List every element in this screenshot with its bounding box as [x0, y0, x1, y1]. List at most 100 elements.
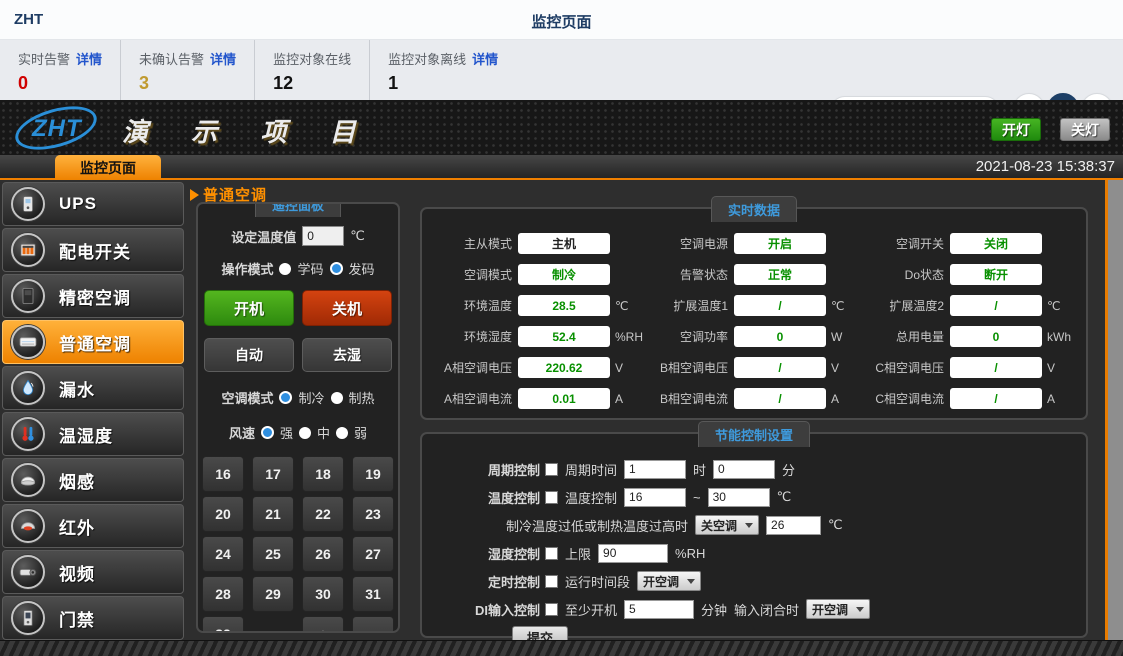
temp-plus-button[interactable]: + [302, 616, 344, 633]
temp-button-29[interactable]: 29 [252, 576, 294, 612]
stat-value: 0 [18, 73, 102, 94]
radio-cooling[interactable] [279, 391, 292, 404]
sidebar-item-video[interactable]: 视频 [2, 550, 184, 594]
radio-fan-mid[interactable] [299, 427, 311, 439]
timer-period-select[interactable]: 开空调 [637, 571, 701, 591]
radio-fan-low[interactable] [336, 427, 348, 439]
temp-button-22[interactable]: 22 [302, 496, 344, 532]
temp-button-26[interactable]: 26 [302, 536, 344, 572]
radio-fan-high[interactable] [261, 426, 274, 439]
temp-button-20[interactable]: 20 [202, 496, 244, 532]
sidebar-item-access-control[interactable]: 门禁 [2, 596, 184, 640]
field-value: 52.4 [518, 326, 610, 347]
power-on-button[interactable]: 开机 [204, 290, 294, 326]
temp-button-23[interactable]: 23 [352, 496, 394, 532]
temp-button-25[interactable]: 25 [252, 536, 294, 572]
set-temp-input[interactable] [302, 226, 344, 246]
field-phase-c-current: C相空调电流/A [862, 386, 1078, 411]
temp-button-21[interactable]: 21 [252, 496, 294, 532]
grid-spacer [252, 616, 294, 633]
temp-over-select[interactable]: 关空调 [695, 515, 759, 535]
temp-button-grid: 16 17 18 19 20 21 22 23 24 25 26 27 28 2… [204, 456, 392, 633]
di-input-control-checkbox[interactable] [545, 603, 558, 616]
field-ambient-humidity: 环境湿度52.4%RH [430, 324, 646, 349]
field-value: 0 [734, 326, 826, 347]
temp-button-27[interactable]: 27 [352, 536, 394, 572]
field-ac-mode: 空调模式制冷 [430, 262, 646, 287]
sidebar-item-normal-ac[interactable]: 普通空调 [2, 320, 184, 364]
vertical-scrollbar[interactable] [1105, 180, 1123, 640]
temp-button-32[interactable]: 32 [202, 616, 244, 633]
temp-button-24[interactable]: 24 [202, 536, 244, 572]
di-closed-select[interactable]: 开空调 [806, 599, 870, 619]
temp-minus-button[interactable]: - [352, 616, 394, 633]
timestamp: 2021-08-23 15:38:37 [976, 158, 1115, 175]
temp-button-30[interactable]: 30 [302, 576, 344, 612]
cycle-hour-input[interactable] [624, 460, 686, 479]
temp-button-16[interactable]: 16 [202, 456, 244, 492]
temp-max-input[interactable] [708, 488, 770, 507]
unconfirmed-alarm-detail-link[interactable]: 详情 [210, 52, 236, 67]
realtime-column-1: 主从模式主机 空调模式制冷 环境温度28.5℃ 环境湿度52.4%RH A相空调… [430, 231, 646, 418]
offline-detail-link[interactable]: 详情 [472, 52, 498, 67]
temp-button-17[interactable]: 17 [252, 456, 294, 492]
normal-ac-icon [11, 325, 45, 359]
radio-heating[interactable] [331, 392, 343, 404]
field-value: / [950, 388, 1042, 409]
di-input-control-row: DI输入控制 至少开机 分钟 输入闭合时 开空调 [440, 598, 1076, 620]
realtime-alarm-detail-link[interactable]: 详情 [76, 52, 102, 67]
field-phase-c-voltage: C相空调电压/V [862, 355, 1078, 380]
humidity-limit-input[interactable] [598, 544, 668, 563]
sidebar-item-precision-ac[interactable]: 精密空调 [2, 274, 184, 318]
temp-button-19[interactable]: 19 [352, 456, 394, 492]
light-on-button[interactable]: 开灯 [991, 118, 1041, 141]
timer-control-checkbox[interactable] [545, 575, 558, 588]
temp-control-checkbox[interactable] [545, 491, 558, 504]
humidity-limit-unit: %RH [675, 546, 705, 561]
sidebar-item-temp-humidity[interactable]: 温湿度 [2, 412, 184, 456]
field-value: / [734, 388, 826, 409]
field-ext-temp-2: 扩展温度2/℃ [862, 293, 1078, 318]
field-total-energy: 总用电量0kWh [862, 324, 1078, 349]
cycle-control-checkbox[interactable] [545, 463, 558, 476]
humidity-control-checkbox[interactable] [545, 547, 558, 560]
tab-monitor-page[interactable]: 监控页面 [55, 155, 161, 180]
sidebar-item-infrared[interactable]: 红外 [2, 504, 184, 548]
field-do-status: Do状态断开 [862, 262, 1078, 287]
realtime-column-2: 空调电源开启 告警状态正常 扩展温度1/℃ 空调功率0W B相空调电压/V B相… [646, 231, 862, 418]
sidebar-item-water-leak[interactable]: 漏水 [2, 366, 184, 410]
dehumidify-button[interactable]: 去湿 [302, 338, 392, 372]
light-off-button[interactable]: 关灯 [1060, 118, 1110, 141]
sidebar-item-power-switch[interactable]: 配电开关 [2, 228, 184, 272]
temp-button-31[interactable]: 31 [352, 576, 394, 612]
auto-button[interactable]: 自动 [204, 338, 294, 372]
ac-mode-label: 空调模式 [221, 388, 273, 407]
temp-min-input[interactable] [624, 488, 686, 507]
section-arrow-icon [190, 189, 199, 201]
cycle-minute-input[interactable] [713, 460, 775, 479]
power-off-button[interactable]: 关机 [302, 290, 392, 326]
camera-icon [11, 555, 45, 589]
temp-button-28[interactable]: 28 [202, 576, 244, 612]
radio-send-code[interactable] [330, 262, 343, 275]
realtime-data-panel: 实时数据 主从模式主机 空调模式制冷 环境温度28.5℃ 环境湿度52.4%RH… [420, 207, 1088, 420]
stat-online: 监控对象在线 12 [269, 40, 370, 100]
di-min-on-input[interactable] [624, 600, 694, 619]
realtime-column-3: 空调开关关闭 Do状态断开 扩展温度2/℃ 总用电量0kWh C相空调电压/V … [862, 231, 1078, 418]
sidebar-item-label: 温湿度 [59, 422, 113, 447]
sidebar-item-smoke[interactable]: 烟感 [2, 458, 184, 502]
radio-learn-code[interactable] [279, 263, 291, 275]
temp-button-18[interactable]: 18 [302, 456, 344, 492]
energy-settings-panel: 节能控制设置 周期控制 周期时间 时 分 温度控制 温度控制 ~ ℃ 制冷温度过… [420, 432, 1088, 638]
field-value: / [950, 357, 1042, 378]
stat-label: 未确认告警 [139, 52, 204, 67]
smoke-detector-icon [11, 463, 45, 497]
sidebar-item-ups[interactable]: UPS [2, 182, 184, 226]
field-ext-temp-1: 扩展温度1/℃ [646, 293, 862, 318]
sidebar-item-label: 精密空调 [59, 284, 131, 309]
temp-over-input[interactable] [766, 516, 821, 535]
di-min-on-unit: 分钟 [701, 600, 727, 619]
sidebar-item-label: 门禁 [59, 606, 95, 631]
set-temp-unit: ℃ [350, 228, 365, 244]
di-input-control-label: DI输入控制 [475, 600, 540, 619]
